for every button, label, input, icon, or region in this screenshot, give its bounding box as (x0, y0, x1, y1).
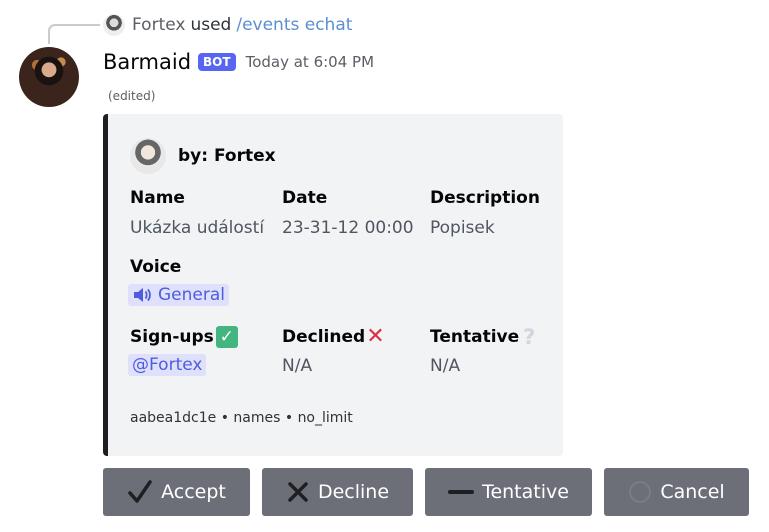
field-date-value: 23-31-12 00:00 (282, 218, 414, 238)
speaker-icon (132, 286, 152, 304)
bot-badge: BOT (198, 53, 236, 71)
reply-avatar[interactable] (103, 14, 125, 36)
cancel-icon (628, 480, 652, 504)
tentative-label: Tentative (482, 481, 569, 503)
field-name-label: Name (130, 188, 185, 208)
embed-footer: aabea1dc1e • names • no_limit (130, 410, 353, 426)
field-name-value: Ukázka událostí (130, 218, 265, 238)
voice-channel-name: General (158, 285, 225, 305)
cancel-button[interactable]: Cancel (604, 468, 749, 516)
field-declined-label: Declined ✕ (282, 326, 385, 348)
reply-username[interactable]: Fortex (132, 15, 185, 35)
field-description-value: Popisek (430, 218, 495, 238)
message-timestamp: Today at 6:04 PM (245, 53, 375, 71)
field-voice-label: Voice (130, 257, 182, 277)
check-icon (127, 479, 153, 505)
message-header: Barmaid BOT Today at 6:04 PM (103, 47, 374, 77)
reply-command[interactable]: /events echat (236, 15, 352, 35)
field-signups-label: Sign-ups ✓ (130, 326, 238, 348)
accept-button[interactable]: Accept (103, 468, 250, 516)
embed-author: by: Fortex (130, 138, 276, 174)
tentative-button[interactable]: Tentative (425, 468, 592, 516)
minus-icon (448, 487, 475, 497)
decline-label: Decline (317, 481, 390, 503)
field-date-label: Date (282, 188, 328, 208)
cancel-label: Cancel (660, 481, 725, 503)
signups-label-text: Sign-ups (130, 327, 214, 347)
event-embed: by: Fortex Name Ukázka událostí Date 23-… (103, 114, 563, 456)
accept-label: Accept (161, 481, 226, 503)
declined-label-text: Declined (282, 327, 366, 347)
voice-channel-mention[interactable]: General (128, 284, 229, 306)
question-mark-icon: ? (523, 325, 536, 349)
field-declined-value: N/A (282, 356, 313, 376)
embed-author-name: by: Fortex (178, 146, 276, 166)
author-username[interactable]: Barmaid (103, 50, 191, 74)
reply-context: Fortex used /events echat (103, 13, 352, 37)
tentative-label-text: Tentative (430, 327, 520, 347)
check-mark-icon: ✓ (215, 326, 238, 348)
decline-button[interactable]: Decline (262, 468, 413, 516)
reply-action: used (190, 15, 232, 35)
field-tentative-value: N/A (430, 356, 461, 376)
bot-avatar[interactable] (19, 47, 79, 107)
reply-connector (48, 24, 100, 44)
field-description-label: Description (430, 188, 540, 208)
embed-author-avatar (130, 138, 166, 174)
close-icon (286, 480, 310, 504)
action-buttons: Accept Decline Tentative Cancel (103, 468, 749, 516)
edited-label: (edited) (108, 89, 156, 103)
field-tentative-label: Tentative ? (430, 326, 535, 348)
cross-mark-icon: ✕ (366, 324, 385, 349)
user-mention-fortex[interactable]: @Fortex (128, 354, 207, 376)
